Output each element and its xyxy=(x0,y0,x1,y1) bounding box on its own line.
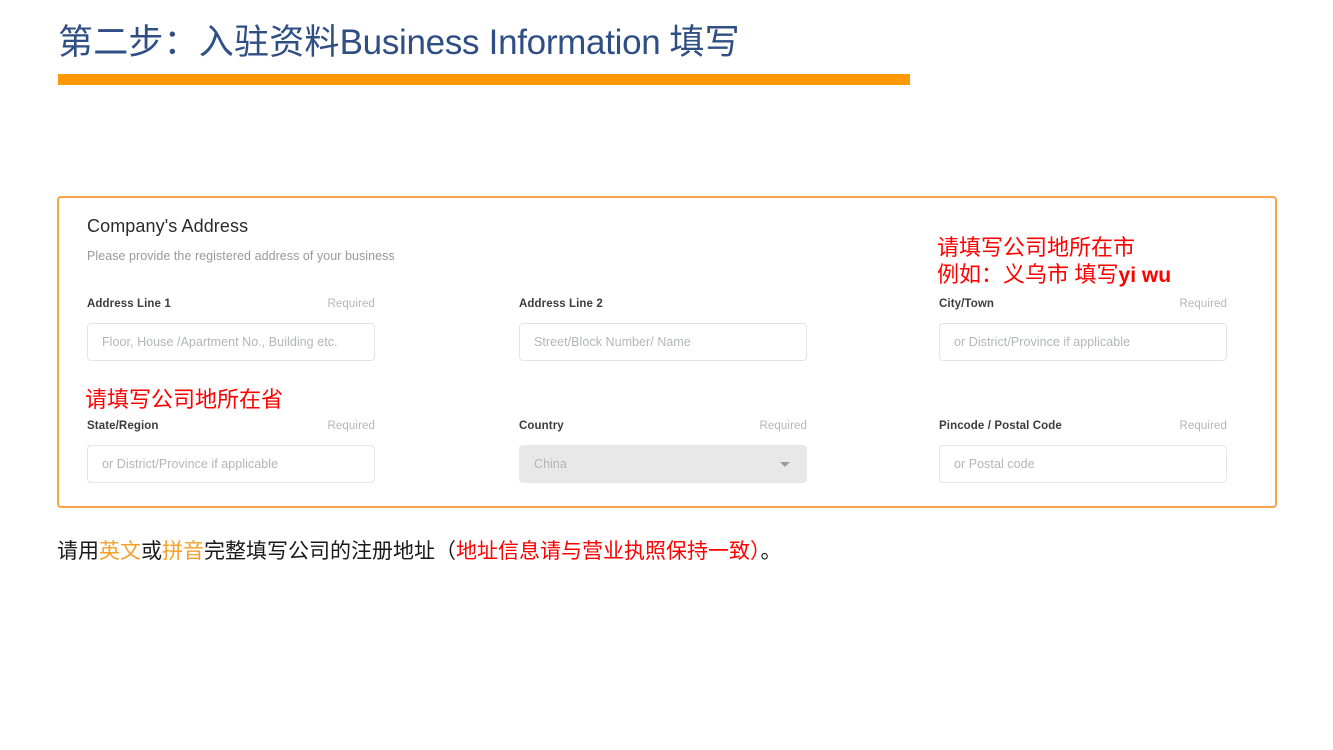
address-line-2-placeholder: Street/Block Number/ Name xyxy=(534,335,691,349)
field-country: Country Required China xyxy=(519,420,807,483)
field-label-address-line-2: Address Line 2 xyxy=(519,298,603,310)
footnote: 请用英文或拼音完整填写公司的注册地址（地址信息请与营业执照保持一致）。 xyxy=(57,536,782,566)
card-heading: Company's Address xyxy=(87,216,248,237)
annotation-city-line-2-prefix: 例如：义乌市 填写 xyxy=(937,262,1119,287)
pincode-postal-code-placeholder: or Postal code xyxy=(954,457,1035,471)
field-label-city-town: City/Town xyxy=(939,298,994,310)
footnote-seg-7: 。 xyxy=(761,539,782,563)
chevron-down-icon xyxy=(780,462,790,467)
page-title-cn-suffix: 填写 xyxy=(660,23,739,62)
page-title-cn-prefix: 第二步：入驻资料 xyxy=(58,23,340,62)
field-required-address-line-1: Required xyxy=(328,298,375,310)
field-label-pincode-postal-code: Pincode / Postal Code xyxy=(939,420,1062,432)
field-required-city-town: Required xyxy=(1180,298,1227,310)
pincode-postal-code-input[interactable]: or Postal code xyxy=(939,445,1227,483)
field-required-state-region: Required xyxy=(328,420,375,432)
footnote-seg-4-pinyin: 拼音 xyxy=(162,539,204,563)
footnote-seg-6-warning: 地址信息请与营业执照保持一致） xyxy=(456,539,761,563)
field-city-town: City/Town Required or District/Province … xyxy=(939,298,1227,361)
field-label-address-line-1: Address Line 1 xyxy=(87,298,171,310)
footnote-seg-2-english: 英文 xyxy=(99,539,141,563)
page-title: 第二步：入驻资料Business Information 填写 xyxy=(58,21,740,65)
footnote-seg-1: 请用 xyxy=(57,539,99,563)
page-title-latin: Business Information xyxy=(340,23,661,62)
field-pincode-postal-code: Pincode / Postal Code Required or Postal… xyxy=(939,420,1227,483)
footnote-seg-5: 完整填写公司的注册地址（ xyxy=(204,539,456,563)
country-selected-value: China xyxy=(534,457,567,471)
annotation-state-line-1: 请填写公司地所在省 xyxy=(85,386,283,413)
title-underline-bar xyxy=(58,74,910,85)
annotation-city-line-2-bold: yi wu xyxy=(1119,264,1172,287)
state-region-input[interactable]: or District/Province if applicable xyxy=(87,445,375,483)
footnote-seg-3: 或 xyxy=(141,539,162,563)
field-state-region: State/Region Required or District/Provin… xyxy=(87,420,375,483)
annotation-city-line-2: 例如：义乌市 填写yi wu xyxy=(937,261,1171,289)
field-required-pincode-postal-code: Required xyxy=(1180,420,1227,432)
field-label-state-region: State/Region xyxy=(87,420,159,432)
annotation-city: 请填写公司地所在市 例如：义乌市 填写yi wu xyxy=(937,234,1171,289)
field-label-country: Country xyxy=(519,420,564,432)
address-line-1-input[interactable]: Floor, House /Apartment No., Building et… xyxy=(87,323,375,361)
annotation-city-line-1: 请填写公司地所在市 xyxy=(937,234,1171,261)
state-region-placeholder: or District/Province if applicable xyxy=(102,457,278,471)
country-select[interactable]: China xyxy=(519,445,807,483)
city-town-placeholder: or District/Province if applicable xyxy=(954,335,1130,349)
annotation-state: 请填写公司地所在省 xyxy=(85,386,283,413)
city-town-input[interactable]: or District/Province if applicable xyxy=(939,323,1227,361)
address-line-1-placeholder: Floor, House /Apartment No., Building et… xyxy=(102,335,338,349)
address-line-2-input[interactable]: Street/Block Number/ Name xyxy=(519,323,807,361)
card-subtitle: Please provide the registered address of… xyxy=(87,249,395,263)
field-address-line-1: Address Line 1 Required Floor, House /Ap… xyxy=(87,298,375,361)
field-required-country: Required xyxy=(760,420,807,432)
field-address-line-2: Address Line 2 Street/Block Number/ Name xyxy=(519,298,807,361)
